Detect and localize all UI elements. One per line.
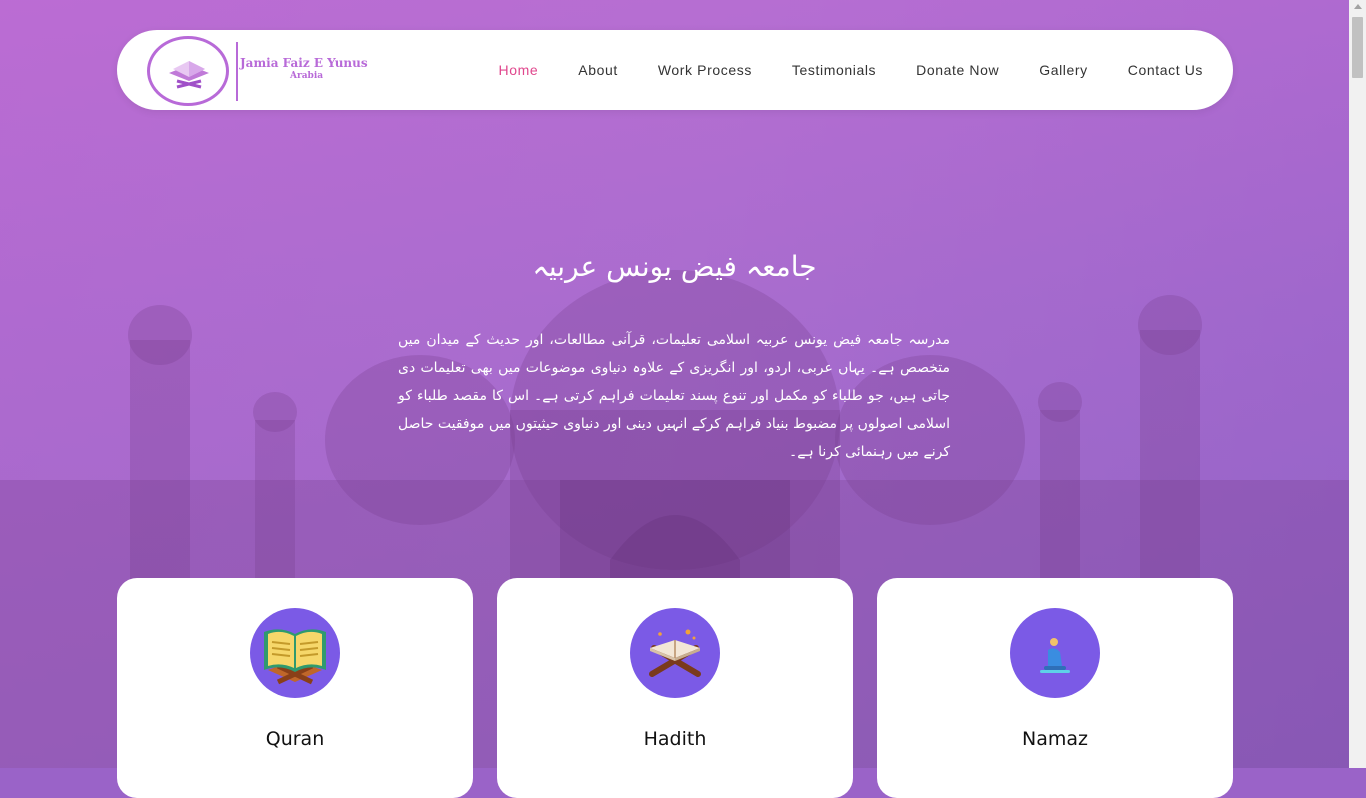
card-label-namaz: Namaz (1022, 728, 1088, 750)
feature-card-hadith[interactable]: Hadith (497, 578, 853, 798)
card-label-quran: Quran (265, 728, 325, 750)
nav-item-testimonials[interactable]: Testimonials (792, 62, 876, 78)
hadith-book-icon (630, 608, 720, 698)
brand-title: Jamia Faiz E Yunus (240, 56, 368, 70)
page-scrollbar[interactable] (1349, 0, 1366, 768)
logo[interactable] (147, 36, 229, 106)
feature-card-namaz[interactable]: Namaz (877, 578, 1233, 798)
nav-item-donate-now[interactable]: Donate Now (916, 62, 999, 78)
nav-item-gallery[interactable]: Gallery (1039, 62, 1088, 78)
logo-divider (236, 42, 238, 101)
nav-menu: Home About Work Process Testimonials Don… (459, 30, 1204, 110)
scroll-thumb[interactable] (1352, 17, 1363, 78)
feature-card-quran[interactable]: Quran (117, 578, 473, 798)
card-label-hadith: Hadith (643, 728, 707, 750)
brand-subtitle: Arabia (290, 71, 324, 81)
nav-item-contact-us[interactable]: Contact Us (1128, 62, 1203, 78)
nav-item-work-process[interactable]: Work Process (658, 62, 752, 78)
hero-title: جامعہ فیض یونس عربیہ (532, 250, 817, 283)
navbar: Jamia Faiz E Yunus Arabia Home About Wor… (117, 30, 1233, 110)
scroll-up-icon[interactable] (1354, 4, 1362, 9)
hero-description: مدرسہ جامعہ فیض یونس عربیہ اسلامی تعلیما… (398, 332, 950, 460)
nav-item-home[interactable]: Home (499, 62, 539, 78)
nav-item-about[interactable]: About (578, 62, 618, 78)
prayer-icon (1010, 608, 1100, 698)
quran-book-icon (250, 608, 340, 698)
logo-book-icon (169, 61, 209, 89)
